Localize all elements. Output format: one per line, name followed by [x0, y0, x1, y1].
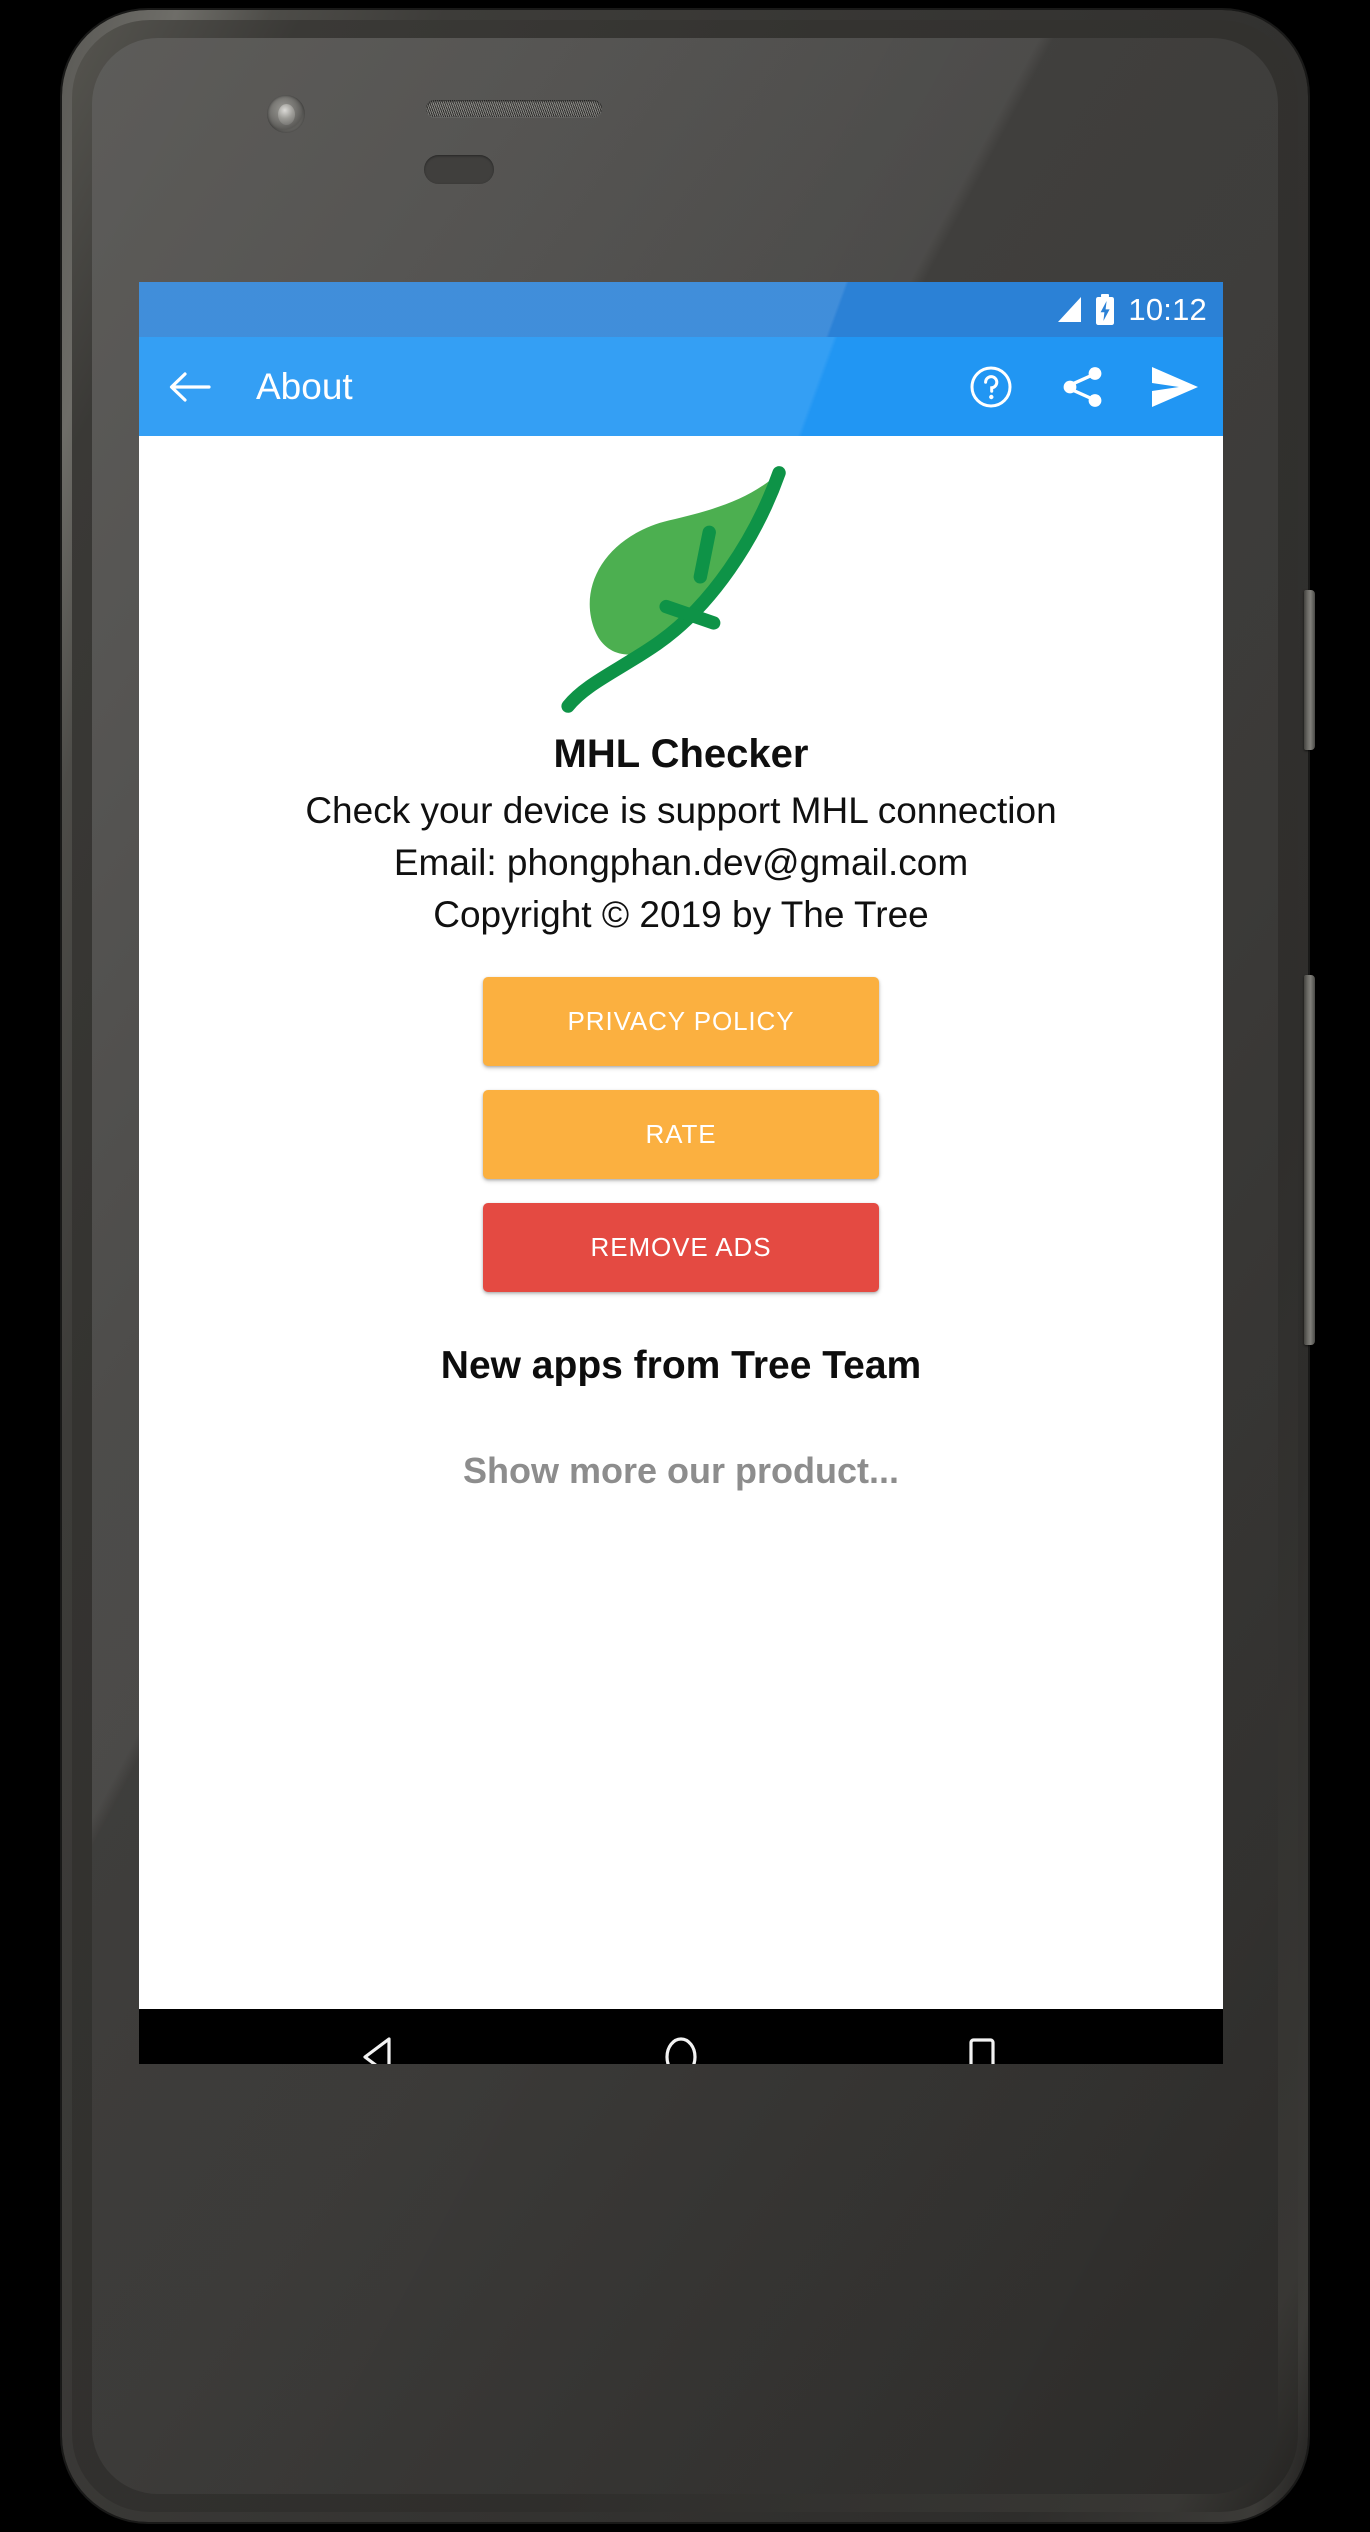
about-content: MHL Checker Check your device is support… [139, 436, 1223, 2009]
nav-home-button[interactable] [626, 2009, 736, 2064]
show-more-products-link[interactable]: Show more our product... [463, 1450, 899, 1492]
earpiece-speaker-icon [426, 100, 602, 117]
help-button[interactable] [965, 361, 1017, 413]
action-button-group: PRIVACY POLICY RATE REMOVE ADS [483, 977, 879, 1292]
nav-recents-button[interactable] [927, 2009, 1037, 2064]
android-navigation-bar [139, 2009, 1223, 2064]
help-icon [970, 366, 1012, 407]
triangle-left-icon [363, 2036, 391, 2064]
page-title: About [256, 365, 353, 407]
volume-rocker-button[interactable] [1304, 975, 1315, 1345]
remove-ads-button[interactable]: REMOVE ADS [483, 1203, 879, 1292]
share-icon [1063, 366, 1102, 407]
app-description: Check your device is support MHL connect… [305, 790, 1057, 831]
nav-back-button[interactable] [325, 2009, 435, 2064]
proximity-sensor [424, 155, 494, 184]
status-bar-clock: 10:12 [1128, 292, 1207, 327]
leaf-logo [561, 466, 786, 713]
privacy-policy-button[interactable]: PRIVACY POLICY [483, 977, 879, 1066]
status-bar-icons: 10:12 [1054, 294, 1207, 325]
signal-bars-icon [1058, 296, 1082, 322]
app-bar-actions [965, 361, 1201, 413]
phone-screen: 10:12 About MHL Checker Check your devic… [139, 282, 1223, 2064]
app-name: MHL Checker [553, 732, 809, 776]
status-bar: 10:12 [139, 282, 1223, 337]
share-button[interactable] [1057, 361, 1109, 413]
arrow-left-icon [169, 371, 211, 402]
copyright-text: Copyright © 2019 by The Tree [433, 894, 929, 935]
send-button[interactable] [1149, 361, 1201, 413]
send-icon [1152, 366, 1198, 407]
back-button[interactable] [163, 360, 217, 414]
rate-button[interactable]: RATE [483, 1090, 879, 1179]
square-icon [969, 2037, 995, 2064]
power-button[interactable] [1304, 590, 1315, 750]
circle-icon [665, 2036, 697, 2064]
front-camera-icon [267, 95, 305, 133]
front-camera-lens [278, 104, 295, 125]
new-apps-heading: New apps from Tree Team [440, 1344, 922, 1387]
contact-email: Email: phongphan.dev@gmail.com [393, 842, 969, 883]
battery-charging-icon [1096, 294, 1115, 325]
app-bar: About [139, 337, 1223, 436]
